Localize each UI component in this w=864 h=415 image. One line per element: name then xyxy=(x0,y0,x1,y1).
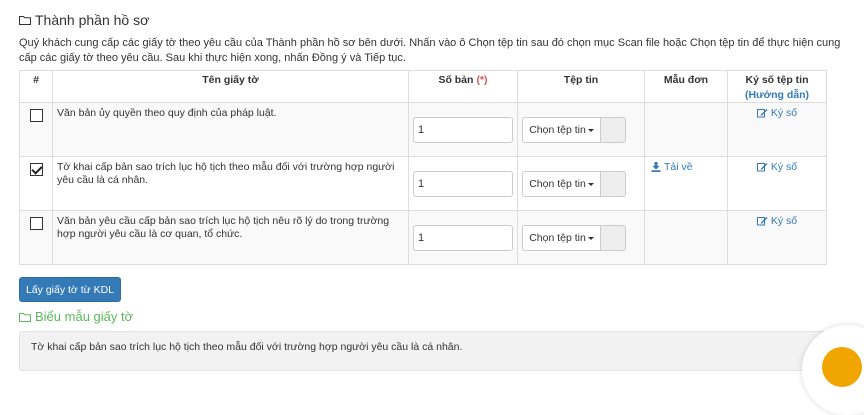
table-row: Văn bản ủy quyền theo quy định của pháp … xyxy=(19,102,827,157)
forms-section-title-text: Biểu mẫu giấy tờ xyxy=(35,309,134,324)
file-name-field xyxy=(600,225,626,251)
header-name: Tên giấy tờ xyxy=(52,70,409,103)
copies-cell xyxy=(408,102,518,157)
chat-icon[interactable] xyxy=(822,347,862,387)
required-marker: (*) xyxy=(476,74,488,86)
header-file: Tệp tin xyxy=(517,70,645,103)
form-cell xyxy=(644,210,728,265)
folder-icon xyxy=(19,312,31,322)
document-name: Tờ khai cấp bản sao trích lục hộ tịch th… xyxy=(52,156,409,211)
copies-input[interactable] xyxy=(413,171,513,197)
choose-file-button[interactable]: Chọn tệp tin xyxy=(522,225,600,251)
table-row: Văn bản yêu cầu cấp bản sao trích lục hộ… xyxy=(19,210,827,265)
forms-panel: Tờ khai cấp bản sao trích lục hộ tịch th… xyxy=(19,331,859,371)
section-title: Thành phần hồ sơ xyxy=(19,12,149,28)
header-form: Mẫu đơn xyxy=(644,70,728,103)
header-sign: Ký số tệp tin (Hướng dẫn) xyxy=(727,70,827,103)
sign-link-label: Ký số xyxy=(770,161,798,173)
sign-link[interactable]: Ký số xyxy=(756,215,798,227)
row-checkbox[interactable] xyxy=(29,109,43,122)
sign-guide-link[interactable]: (Hướng dẫn) xyxy=(729,89,825,101)
sign-link-label: Ký số xyxy=(770,107,798,119)
row-checkbox-cell xyxy=(19,102,53,157)
edit-icon xyxy=(756,109,768,118)
choose-file-label: Chọn tệp tin xyxy=(529,178,586,190)
file-picker: Chọn tệp tin xyxy=(522,225,640,251)
row-checkbox-cell xyxy=(19,210,53,265)
form-cell xyxy=(644,102,728,157)
form-item[interactable]: Tờ khai cấp bản sao trích lục hộ tịch th… xyxy=(31,341,462,353)
fetch-documents-button[interactable]: Lấy giấy tờ từ KDL xyxy=(19,277,121,302)
sign-cell: Ký số xyxy=(727,102,827,157)
download-link[interactable]: Tải về xyxy=(651,161,693,173)
header-copies: Số bản (*) xyxy=(408,70,518,103)
intro-text: Quý khách cung cấp các giấy tờ theo yêu … xyxy=(19,37,841,64)
document-name: Văn bản ủy quyền theo quy định của pháp … xyxy=(52,102,409,157)
copies-cell xyxy=(408,156,518,211)
download-link-label: Tải về xyxy=(664,161,693,173)
caret-down-icon xyxy=(587,236,594,240)
caret-down-icon xyxy=(587,128,594,132)
form-cell: Tải về xyxy=(644,156,728,211)
choose-file-label: Chọn tệp tin xyxy=(529,232,586,244)
header-sign-label: Ký số tệp tin xyxy=(745,74,809,86)
file-picker: Chọn tệp tin xyxy=(522,171,640,197)
table-row: Tờ khai cấp bản sao trích lục hộ tịch th… xyxy=(19,156,827,211)
copies-input[interactable] xyxy=(413,117,513,143)
download-icon xyxy=(651,162,661,172)
file-cell: Chọn tệp tin xyxy=(517,156,645,211)
document-name: Văn bản yêu cầu cấp bản sao trích lục hộ… xyxy=(52,210,409,265)
copies-cell xyxy=(408,210,518,265)
caret-down-icon xyxy=(587,182,594,186)
choose-file-button[interactable]: Chọn tệp tin xyxy=(522,117,600,143)
copies-input[interactable] xyxy=(413,225,513,251)
table-header-row: # Tên giấy tờ Số bản (*) Tệp tin Mẫu đơn … xyxy=(19,70,827,103)
edit-icon xyxy=(756,163,768,172)
choose-file-label: Chọn tệp tin xyxy=(529,124,586,136)
edit-icon xyxy=(756,217,768,226)
documents-table: # Tên giấy tờ Số bản (*) Tệp tin Mẫu đơn … xyxy=(19,70,827,265)
file-name-field xyxy=(600,117,626,143)
file-name-field xyxy=(600,171,626,197)
section-title-text: Thành phần hồ sơ xyxy=(35,12,150,28)
sign-link-label: Ký số xyxy=(770,215,798,227)
header-copies-label: Số bản xyxy=(438,74,474,86)
forms-section-title: Biểu mẫu giấy tờ xyxy=(19,309,133,324)
choose-file-button[interactable]: Chọn tệp tin xyxy=(522,171,600,197)
file-picker: Chọn tệp tin xyxy=(522,117,640,143)
folder-icon xyxy=(19,16,31,25)
row-checkbox[interactable] xyxy=(29,163,43,176)
sign-link[interactable]: Ký số xyxy=(756,107,798,119)
sign-cell: Ký số xyxy=(727,210,827,265)
sign-cell: Ký số xyxy=(727,156,827,211)
header-num: # xyxy=(19,70,53,103)
row-checkbox[interactable] xyxy=(29,217,43,230)
sign-link[interactable]: Ký số xyxy=(756,161,798,173)
file-cell: Chọn tệp tin xyxy=(517,210,645,265)
file-cell: Chọn tệp tin xyxy=(517,102,645,157)
row-checkbox-cell xyxy=(19,156,53,211)
